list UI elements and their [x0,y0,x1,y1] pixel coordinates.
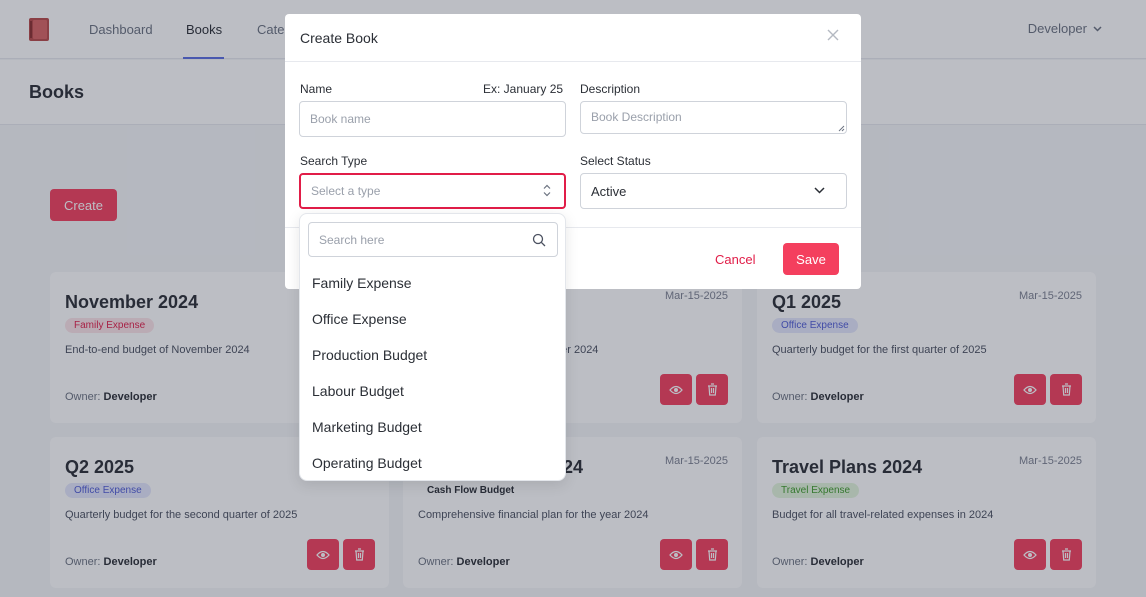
dropdown-option[interactable]: Family Expense [312,275,412,291]
book-name-input[interactable]: Book name [299,101,566,137]
dropdown-option[interactable]: Office Expense [312,311,407,327]
chevron-up-down-icon [543,184,551,197]
modal-header: Create Book [285,14,861,62]
dropdown-option[interactable]: Marketing Budget [312,419,422,435]
cancel-button[interactable]: Cancel [715,252,755,267]
dropdown-option[interactable]: Labour Budget [312,383,404,399]
resize-handle-icon[interactable] [838,125,845,132]
search-type-dropdown: Search here Family Expense Office Expens… [299,213,566,481]
chevron-down-icon [814,187,825,194]
save-button[interactable]: Save [783,243,839,275]
modal-title: Create Book [300,30,378,46]
search-icon [532,233,546,247]
name-label: Name [300,82,333,96]
dropdown-option[interactable]: Production Budget [312,347,427,363]
status-label: Select Status [580,154,651,168]
description-label: Description [580,82,641,96]
dropdown-search-input[interactable]: Search here [308,222,558,257]
dropdown-option[interactable]: Operating Budget [312,455,422,471]
search-type-select[interactable]: Select a type [299,173,566,209]
name-hint: Ex: January 25 [483,82,564,96]
status-select[interactable]: Active [580,173,847,209]
book-description-textarea[interactable]: Book Description [580,101,847,134]
close-icon[interactable] [826,28,840,42]
search-type-label: Search Type [300,154,368,168]
